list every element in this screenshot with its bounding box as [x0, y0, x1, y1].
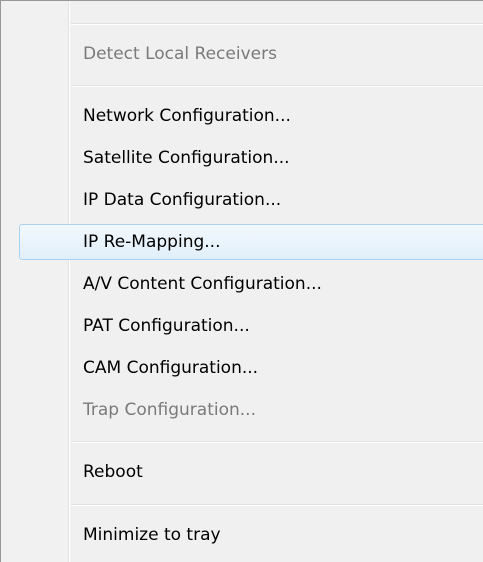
menu-item-av-content-configuration[interactable]: A/V Content Configuration... — [19, 266, 483, 302]
menu-item-satellite-configuration[interactable]: Satellite Configuration... — [19, 140, 483, 176]
menu-item-ip-data-configuration[interactable]: IP Data Configuration... — [19, 182, 483, 218]
context-menu: Detect Local Receivers Network Configura… — [0, 0, 483, 562]
menu-item-network-configuration[interactable]: Network Configuration... — [19, 98, 483, 134]
menu-item-detect-local-receivers: Detect Local Receivers — [83, 44, 277, 64]
menu-item-trap-configuration: Trap Configuration... — [83, 400, 256, 420]
menu-separator — [71, 441, 483, 443]
menu-item-ip-re-mapping[interactable]: IP Re-Mapping... — [19, 224, 483, 260]
menu-item-reboot[interactable]: Reboot — [19, 454, 483, 490]
menu-item-cam-configuration[interactable]: CAM Configuration... — [19, 350, 483, 386]
menu-item-pat-configuration[interactable]: PAT Configuration... — [19, 308, 483, 344]
menu-separator — [71, 23, 483, 25]
menu-item-minimize-to-tray[interactable]: Minimize to tray — [19, 517, 483, 553]
menu-separator — [71, 504, 483, 506]
menu-separator — [71, 85, 483, 87]
